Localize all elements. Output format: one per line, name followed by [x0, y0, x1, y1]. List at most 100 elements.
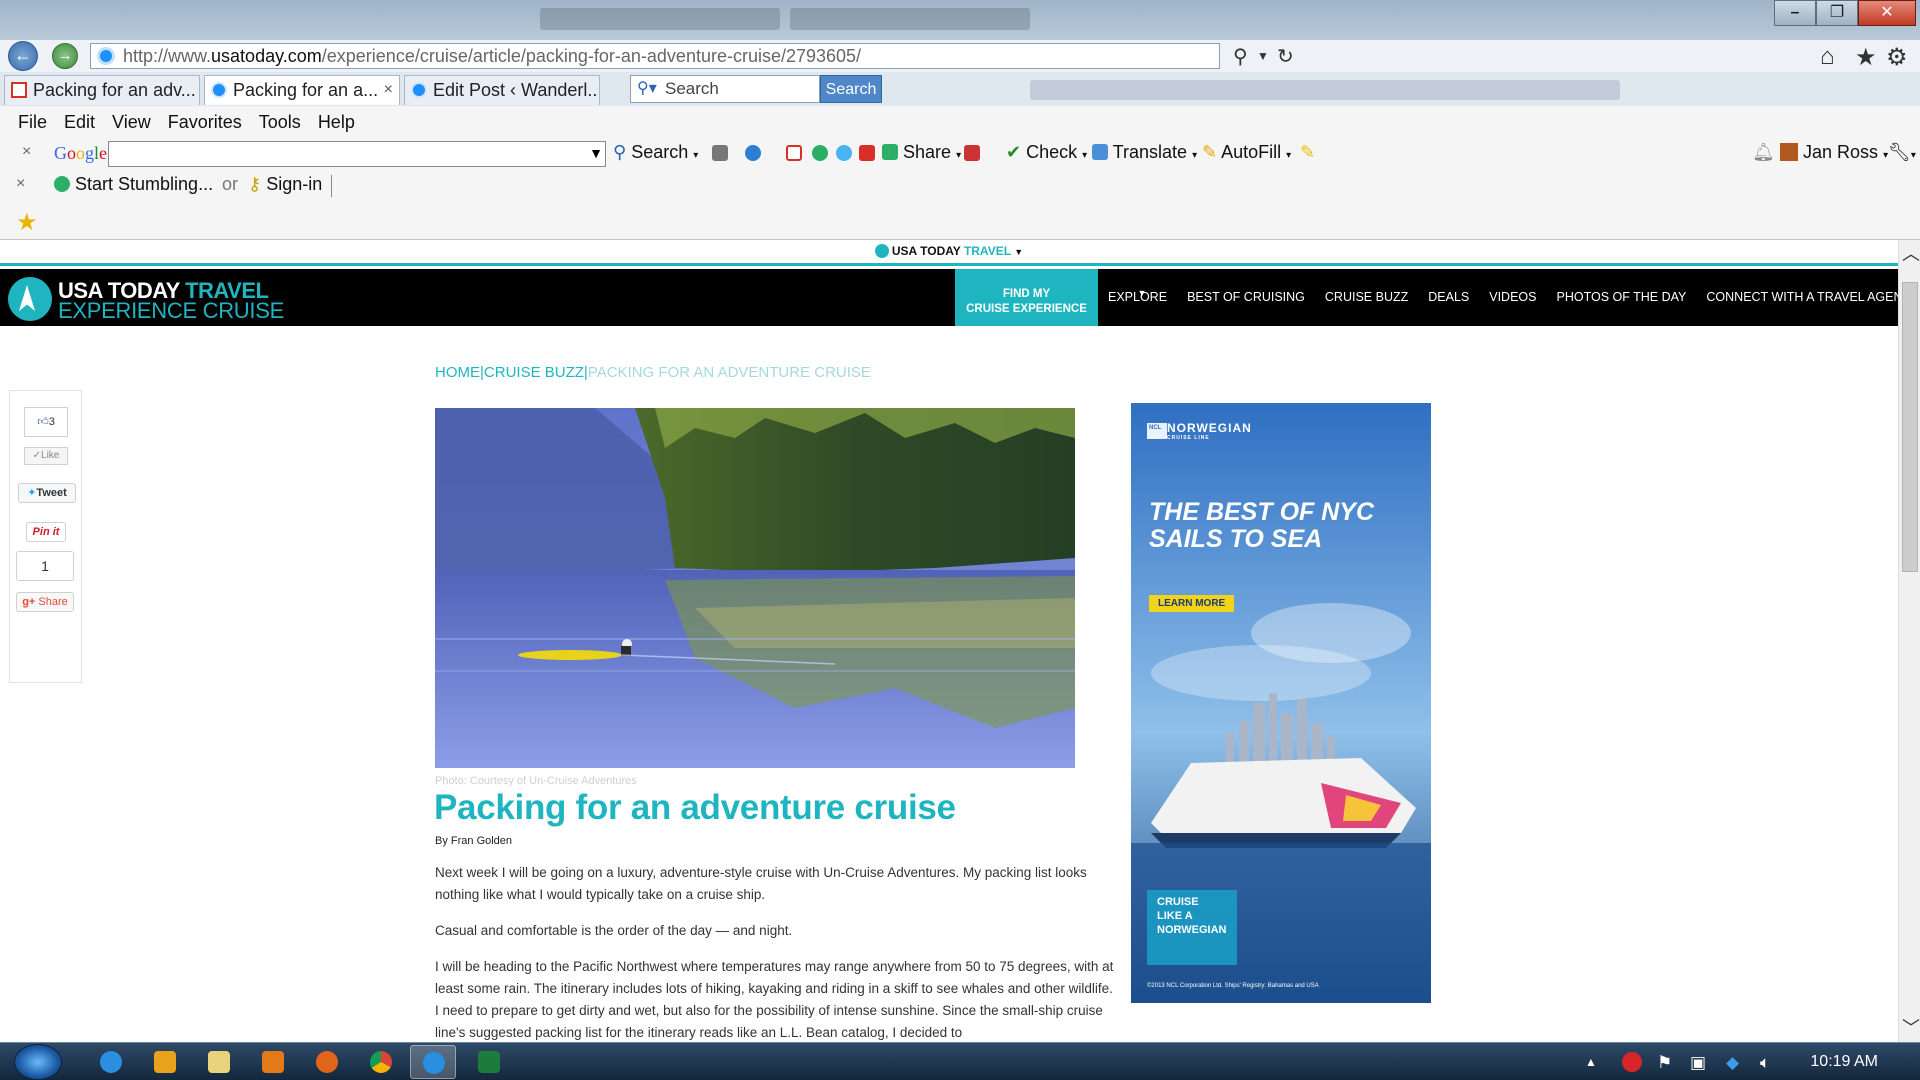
close-toolbar-icon[interactable]: × — [16, 175, 25, 193]
menu-view[interactable]: View — [112, 106, 151, 138]
user-name: Jan Ross — [1803, 142, 1879, 162]
ad-learn-more-button[interactable]: LEARN MORE — [1149, 595, 1235, 612]
nav-best-of-cruising[interactable]: BEST OF CRUISING — [1177, 269, 1315, 326]
page-icon[interactable] — [712, 145, 728, 161]
menu-help[interactable]: Help — [318, 106, 355, 138]
facebook-like-button[interactable]: ✓Like — [24, 447, 68, 465]
breadcrumb-home[interactable]: HOME — [435, 364, 480, 381]
taskbar-excel[interactable] — [466, 1045, 512, 1079]
close-toolbar-icon[interactable]: × — [22, 143, 31, 161]
stumbleupon-icon[interactable] — [812, 145, 828, 161]
usatoday-network-menu[interactable]: USA TODAY TRAVEL ▼ — [874, 244, 1023, 258]
tab-search-input[interactable]: ⚲▾ Search — [630, 75, 820, 103]
tweet-button[interactable]: ✦Tweet — [18, 483, 76, 503]
dropdown-caret-icon[interactable]: ▼ — [1257, 49, 1269, 63]
brand-label: USA TODAY — [891, 244, 961, 258]
nav-videos[interactable]: VIDEOS — [1479, 269, 1546, 326]
google-search-field[interactable]: ▼ — [108, 141, 606, 167]
pinterest-button[interactable]: Pin it — [26, 522, 66, 542]
scroll-up-icon[interactable]: ︿ — [1902, 240, 1920, 266]
nav-connect-travel-agent[interactable]: CONNECT WITH A TRAVEL AGENT — [1696, 269, 1898, 326]
twitter-icon[interactable] — [836, 145, 852, 161]
highlighter-icon[interactable]: ✎ — [1300, 142, 1315, 163]
gmail-icon[interactable] — [786, 145, 802, 161]
scroll-down-icon[interactable]: ﹀ — [1902, 1014, 1920, 1040]
google-search-button[interactable]: ⚲ Search ▾ — [613, 142, 698, 163]
taskbar-clock[interactable]: 10:19 AM — [1810, 1053, 1878, 1071]
site-nav-bar: USA TODAY TRAVEL EXPERIENCE CRUISE FIND … — [0, 269, 1898, 326]
maximize-button[interactable]: ❐ — [1816, 0, 1858, 26]
brand-accent: TRAVEL — [963, 244, 1011, 258]
favorites-bar: ★ — [0, 202, 1920, 240]
taskbar-ie[interactable] — [88, 1045, 134, 1079]
taskbar-media-player[interactable] — [250, 1045, 296, 1079]
search-icon: ⚲▾ — [637, 80, 657, 97]
plus-icon[interactable] — [745, 145, 761, 161]
breadcrumb-current: PACKING FOR AN ADVENTURE CRUISE — [587, 364, 871, 381]
show-hidden-icons-icon[interactable]: ▲ — [1585, 1055, 1597, 1069]
scrollbar-thumb[interactable] — [1902, 282, 1918, 572]
nav-explore[interactable]: EXPLORE ▼ — [1098, 269, 1177, 326]
nav-deals[interactable]: DEALS — [1418, 269, 1479, 326]
minimize-button[interactable]: – — [1774, 0, 1816, 26]
start-stumbling-label: Start Stumbling... — [75, 174, 214, 194]
add-favorites-star-icon[interactable]: ★ — [16, 208, 38, 237]
share-button[interactable]: Share ▾ — [882, 142, 961, 163]
google-plus-icon[interactable] — [859, 145, 875, 161]
taskbar-chrome[interactable] — [358, 1045, 404, 1079]
menu-tools[interactable]: Tools — [259, 106, 301, 138]
ad-headline-line2: SAILS TO SEA — [1149, 525, 1323, 553]
close-window-button[interactable]: ✕ — [1858, 0, 1916, 26]
taskbar-outlook[interactable] — [142, 1045, 188, 1079]
tab-active-article[interactable]: Packing for an a... × — [204, 75, 400, 105]
address-bar[interactable]: http://www.usatoday.com/experience/cruis… — [90, 43, 1220, 69]
tab-edit-post[interactable]: Edit Post ‹ Wanderl... — [404, 75, 600, 105]
breadcrumb-section[interactable]: CRUISE BUZZ — [484, 364, 584, 381]
ad-tag-line: LIKE A — [1157, 910, 1193, 922]
taskbar-firefox[interactable] — [304, 1045, 350, 1079]
start-stumbling-button[interactable]: Start Stumbling... — [54, 174, 213, 195]
ad-brand-sub: CRUISE LINE — [1167, 435, 1210, 441]
back-button[interactable]: ← — [8, 41, 38, 71]
page-vertical-scrollbar[interactable]: ︿ ﹀ — [1898, 240, 1920, 1042]
menu-favorites[interactable]: Favorites — [168, 106, 242, 138]
forward-button[interactable]: → — [52, 43, 78, 69]
dropbox-icon[interactable]: ◆ — [1726, 1053, 1739, 1073]
tab-gmail[interactable]: Packing for an adv... — [4, 75, 200, 105]
action-center-flag-icon[interactable]: ⚑ — [1657, 1053, 1672, 1073]
signin-button[interactable]: ⚷ Sign-in — [248, 174, 322, 195]
taskbar-explorer[interactable] — [196, 1045, 242, 1079]
bell-icon[interactable]: 🔔︎ — [1752, 142, 1775, 163]
antivirus-icon[interactable] — [1622, 1052, 1642, 1072]
article-paragraph: Casual and comfortable is the order of t… — [435, 923, 793, 938]
translate-button[interactable]: Translate ▾ — [1092, 142, 1197, 163]
article-paragraph: Next week I will be going on a luxury, a… — [435, 865, 1087, 902]
tab-search-button[interactable]: Search — [820, 75, 882, 103]
browser-chrome: – ❐ ✕ ← → http://www.usatoday.com/experi… — [0, 0, 1920, 240]
find-cruise-experience-button[interactable]: FIND MY CRUISE EXPERIENCE — [955, 269, 1098, 326]
refresh-icon[interactable]: ↻ — [1277, 44, 1294, 69]
wrench-icon[interactable]: 🔧︎▾ — [1888, 142, 1916, 163]
search-icon[interactable]: ⚲ — [1233, 44, 1248, 69]
article-title: Packing for an adventure cruise — [434, 788, 956, 827]
network-icon[interactable]: ▣ — [1690, 1053, 1706, 1073]
gmail-icon — [11, 82, 27, 98]
menu-file[interactable]: File — [18, 106, 47, 138]
start-button[interactable] — [14, 1044, 62, 1080]
chevron-down-icon[interactable]: ▼ — [589, 145, 603, 161]
nav-photos-of-the-day[interactable]: PHOTOS OF THE DAY — [1547, 269, 1697, 326]
menu-edit[interactable]: Edit — [64, 106, 95, 138]
taskbar-ie-active[interactable] — [410, 1045, 456, 1079]
check-button[interactable]: ✔ Check ▾ — [1006, 142, 1087, 163]
google-plus-share-button[interactable]: g+ Share — [16, 592, 74, 612]
user-account-button[interactable]: Jan Ross ▾ — [1780, 142, 1888, 163]
favorites-star-icon[interactable]: ★ — [1855, 43, 1877, 72]
translate-page-icon[interactable] — [964, 145, 980, 161]
gear-icon[interactable]: ⚙ — [1886, 43, 1908, 72]
autofill-button[interactable]: ✎ AutoFill ▾ — [1202, 142, 1291, 163]
norwegian-cruise-ad[interactable]: NORWEGIAN CRUISE LINE NCL THE BEST OF NYC… — [1131, 403, 1431, 1003]
volume-icon[interactable]: 🔈︎ — [1760, 1053, 1770, 1073]
close-tab-icon[interactable]: × — [384, 76, 393, 104]
nav-cruise-buzz[interactable]: CRUISE BUZZ — [1315, 269, 1418, 326]
home-icon[interactable]: ⌂ — [1820, 43, 1835, 71]
